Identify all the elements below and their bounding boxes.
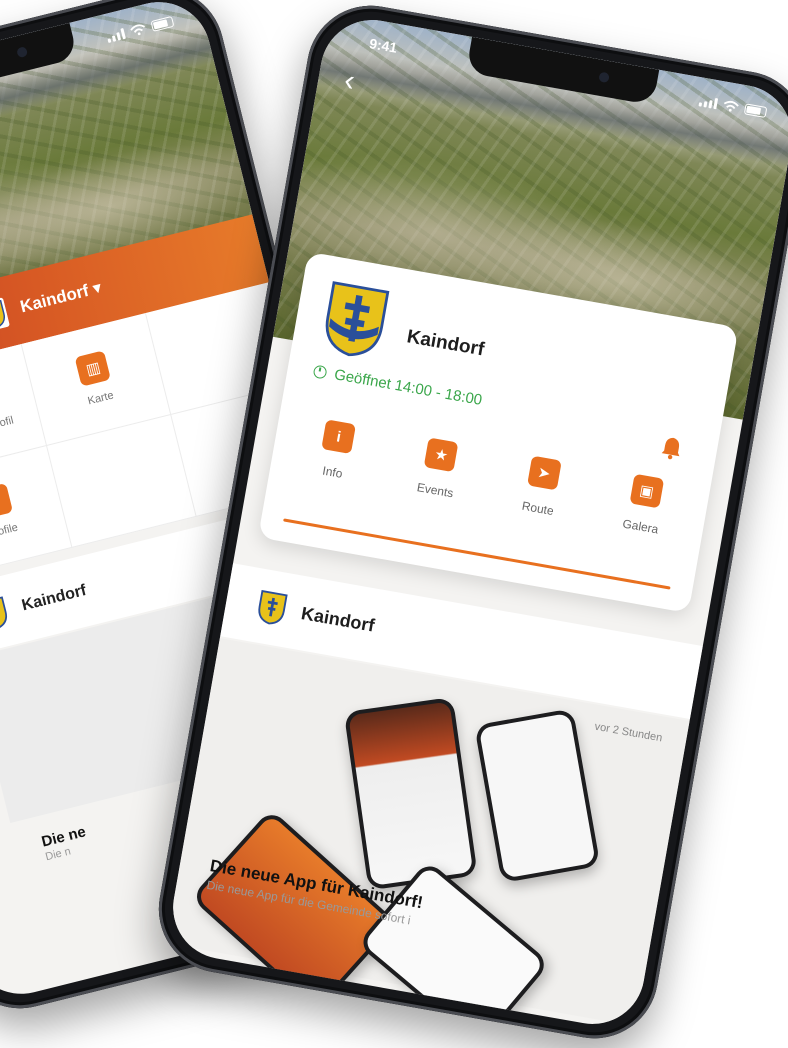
crest-icon bbox=[258, 589, 288, 625]
app-mockup-phone bbox=[343, 696, 478, 891]
gallery-icon: ▣ bbox=[629, 473, 665, 509]
status-time: 9:41 bbox=[368, 35, 399, 56]
opening-hours-text: Geöffnet 14:00 - 18:00 bbox=[332, 366, 484, 409]
tile-label: Gemeindeprofil bbox=[0, 414, 15, 445]
action-label: Events bbox=[415, 480, 455, 501]
action-label: Route bbox=[520, 498, 555, 519]
crest-icon bbox=[0, 596, 8, 630]
action-row: i Info ★ Events ➤ Route ▣ Galera bbox=[280, 413, 701, 543]
calendar-star-icon: ★ bbox=[424, 437, 459, 473]
map-icon: ▥ bbox=[75, 350, 112, 387]
wifi-icon bbox=[723, 100, 739, 112]
bell-icon[interactable] bbox=[659, 434, 685, 461]
action-galera[interactable]: ▣ Galera bbox=[595, 468, 694, 541]
community-name: Kaindorf bbox=[405, 326, 486, 361]
action-route[interactable]: ➤ Route bbox=[492, 450, 591, 523]
battery-icon bbox=[743, 103, 768, 118]
action-label: Galera bbox=[621, 516, 660, 537]
signal-icon bbox=[698, 95, 719, 110]
chevron-down-icon: ▾ bbox=[90, 277, 104, 299]
front-phone-screen: 9:41 ‹ Kaindorf Geöffnet 14:00 - 18:00 i… bbox=[164, 11, 788, 1033]
action-label: Info bbox=[321, 463, 344, 481]
flag-icon: ⚑ bbox=[0, 482, 14, 520]
app-mockup-phone bbox=[474, 708, 601, 884]
crest-icon bbox=[325, 281, 390, 357]
info-icon: i bbox=[321, 419, 357, 455]
tile-label: Profile bbox=[0, 521, 20, 541]
tile-label: Karte bbox=[86, 389, 115, 408]
feed-name: Kaindorf bbox=[299, 602, 377, 636]
wifi-icon bbox=[130, 24, 146, 36]
signal-icon bbox=[106, 27, 126, 44]
action-info[interactable]: i Info bbox=[287, 414, 386, 487]
battery-icon bbox=[150, 15, 175, 32]
feed-name: Kaindorf bbox=[20, 581, 89, 615]
clock-icon bbox=[312, 364, 328, 380]
action-events[interactable]: ★ Events bbox=[390, 432, 489, 505]
card-divider bbox=[283, 518, 671, 590]
opening-hours: Geöffnet 14:00 - 18:00 bbox=[312, 363, 483, 409]
navigation-icon: ➤ bbox=[526, 455, 562, 491]
